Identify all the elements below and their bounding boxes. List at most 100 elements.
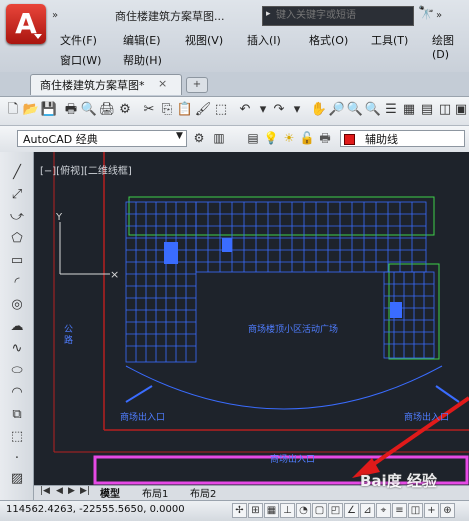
search-more-chevron-icon[interactable]: »	[436, 10, 442, 21]
pan-icon[interactable]: ✋	[310, 101, 328, 119]
workspace-settings-icon[interactable]: ⚙	[190, 129, 208, 147]
menu-window[interactable]: 窗口(W)	[60, 52, 101, 68]
layer-lock-icon[interactable]: 🔓	[298, 129, 316, 147]
menu-view[interactable]: 视图(V)	[185, 32, 223, 48]
new-tab-button[interactable]: +	[186, 77, 208, 93]
new-file-icon[interactable]: 🗋	[4, 101, 22, 119]
layer-select[interactable]: 辅助线	[340, 130, 465, 147]
circle-icon[interactable]: ◎	[8, 296, 26, 314]
paste-icon[interactable]: 📋	[176, 101, 194, 119]
search-expand-icon[interactable]: ▸	[266, 9, 271, 19]
tool-palettes-icon[interactable]: ▤	[418, 101, 436, 119]
window-title: 商住楼建筑方案草图...	[115, 10, 225, 23]
plaza-label: 商场楼顶小区活动广场	[248, 325, 339, 335]
close-tab-icon[interactable]: ×	[158, 77, 167, 90]
object-snap-tracking-icon[interactable]: ∠	[344, 503, 359, 518]
menu-tools[interactable]: 工具(T)	[371, 32, 408, 48]
dynamic-ucs-icon[interactable]: ⊿	[360, 503, 375, 518]
workspace-dropdown-icon[interactable]: ▼	[176, 131, 183, 141]
design-center-icon[interactable]: ▦	[400, 101, 418, 119]
workspace-select[interactable]: AutoCAD 经典	[17, 130, 187, 147]
ucs-y-letter: Y	[55, 212, 63, 223]
transparency-icon[interactable]: ◫	[408, 503, 423, 518]
menu-format[interactable]: 格式(O)	[309, 32, 348, 48]
first-layout-icon[interactable]: |◀	[40, 486, 50, 496]
make-block-icon[interactable]: ⬚	[8, 428, 26, 446]
copy-icon[interactable]: ⎘	[158, 101, 176, 119]
line-icon[interactable]: ╱	[8, 164, 26, 182]
polar-tracking-icon[interactable]: ◔	[296, 503, 311, 518]
layer-properties-icon[interactable]: ▤	[244, 129, 262, 147]
grid-display-icon[interactable]: ▦	[264, 503, 279, 518]
next-layout-icon[interactable]: ▶	[68, 486, 75, 496]
polyline-icon[interactable]: ⤻	[8, 208, 26, 226]
publish-icon[interactable]: ⚙	[116, 101, 134, 119]
coordinate-readout: 114562.4263, -22555.5650, 0.0000	[6, 504, 185, 515]
block-editor-icon[interactable]: ⬚	[212, 101, 230, 119]
revision-cloud-icon[interactable]: ☁	[8, 318, 26, 336]
layer-freeze-sun-icon[interactable]: ☀	[280, 129, 298, 147]
quick-access-chevron-icon[interactable]: »	[52, 10, 58, 21]
ellipse-icon[interactable]: ⬭	[8, 362, 26, 380]
menu-edit[interactable]: 编辑(E)	[123, 32, 161, 48]
spline-icon[interactable]: ∿	[8, 340, 26, 358]
app-logo-letter: A	[15, 7, 37, 40]
layer-color-swatch	[344, 134, 355, 145]
entrance-arrow-right	[435, 385, 460, 403]
tab-layout1[interactable]: 布局1	[142, 485, 168, 500]
construction-line-icon[interactable]: ⤢	[8, 186, 26, 204]
3d-osnap-icon[interactable]: ◰	[328, 503, 343, 518]
rectangle-icon[interactable]: ▭	[8, 252, 26, 270]
zoom-previous-icon[interactable]: 🔍	[364, 101, 382, 119]
stair-core-left	[164, 242, 178, 264]
open-file-icon[interactable]: 📂	[22, 101, 40, 119]
dynamic-input-icon[interactable]: ⌖	[376, 503, 391, 518]
entrance-label-left: 商场出入口	[120, 413, 166, 423]
match-properties-icon[interactable]: 🖌	[194, 101, 212, 119]
print-icon[interactable]: 🖶	[62, 101, 80, 119]
arc-icon[interactable]: ◜	[8, 274, 26, 292]
redo-icon[interactable]: ↷	[270, 101, 288, 119]
hatch-icon[interactable]: ▨	[8, 470, 26, 488]
calculator-icon[interactable]: ▣	[452, 101, 469, 119]
ellipse-arc-icon[interactable]: ◠	[8, 384, 26, 402]
viewport-controls-label[interactable]: [−][俯视][二维线框]	[40, 162, 132, 177]
plot-icon[interactable]: 🖨	[98, 101, 116, 119]
infer-constraints-icon[interactable]: ✢	[232, 503, 247, 518]
stair-core-right	[390, 302, 402, 318]
layer-plot-icon[interactable]: 🖶	[316, 129, 334, 147]
print-preview-icon[interactable]: 🔍	[80, 101, 98, 119]
binoculars-icon[interactable]: 🔭	[418, 6, 434, 21]
lineweight-icon[interactable]: ≡	[392, 503, 407, 518]
tab-layout2[interactable]: 布局2	[190, 485, 216, 500]
menu-insert[interactable]: 插入(I)	[247, 32, 281, 48]
tab-model[interactable]: 模型	[100, 485, 120, 500]
redo-dropdown-icon[interactable]: ▾	[288, 101, 306, 119]
object-snap-icon[interactable]: ▢	[312, 503, 327, 518]
zoom-window-icon[interactable]: 🔍	[346, 101, 364, 119]
application-menu-button[interactable]: A	[6, 4, 46, 44]
entrance-label-right: 商场出入口	[404, 413, 450, 423]
insert-block-icon[interactable]: ⧉	[8, 406, 26, 424]
properties-icon[interactable]: ☰	[382, 101, 400, 119]
save-icon[interactable]: 💾	[40, 101, 58, 119]
snap-mode-icon[interactable]: ⊞	[248, 503, 263, 518]
prev-layout-icon[interactable]: ◀	[56, 486, 63, 496]
stair-core-mid	[222, 238, 232, 252]
search-input[interactable]	[276, 6, 406, 24]
menu-draw[interactable]: 绘图(D)	[432, 32, 469, 61]
menu-help[interactable]: 帮助(H)	[123, 52, 162, 68]
menu-file[interactable]: 文件(F)	[60, 32, 97, 48]
quick-properties-icon[interactable]: +	[424, 503, 439, 518]
selection-cycling-icon[interactable]: ⊕	[440, 503, 455, 518]
layer-on-bulb-icon[interactable]: 💡	[262, 129, 280, 147]
zoom-realtime-icon[interactable]: 🔎	[328, 101, 346, 119]
drawing-canvas[interactable]: Y ×	[34, 152, 469, 485]
customize-icon[interactable]: ▥	[210, 129, 228, 147]
ortho-mode-icon[interactable]: ⊥	[280, 503, 295, 518]
cut-icon[interactable]: ✂	[140, 101, 158, 119]
last-layout-icon[interactable]: ▶|	[80, 486, 90, 496]
point-icon[interactable]: ·	[8, 450, 26, 468]
undo-icon[interactable]: ↶	[236, 101, 254, 119]
polygon-icon[interactable]: ⬠	[8, 230, 26, 248]
